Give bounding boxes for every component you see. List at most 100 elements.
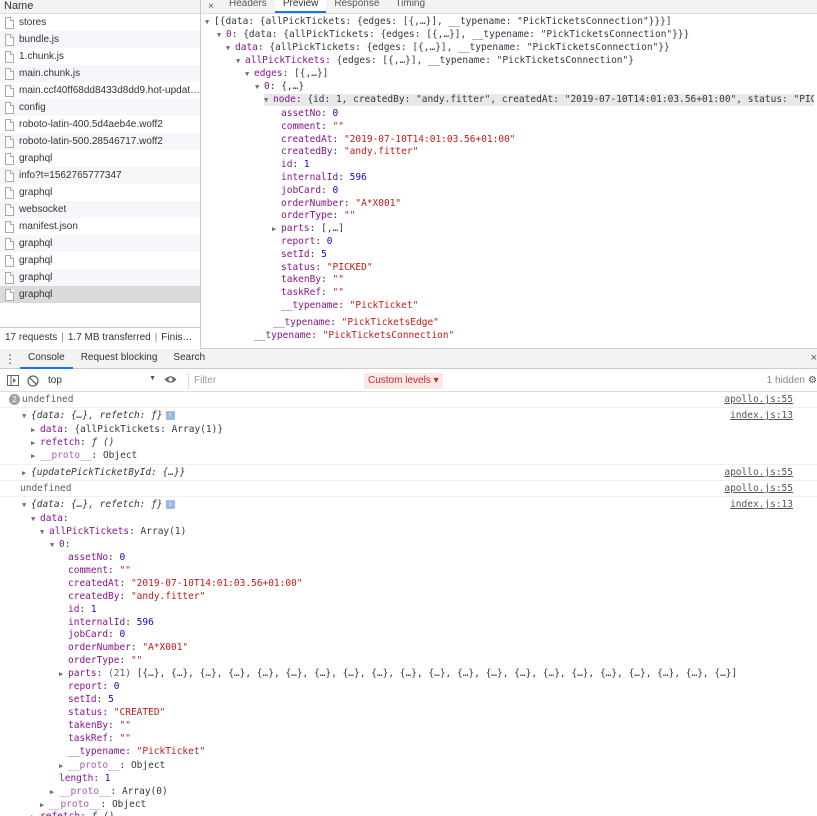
console-toolbar: top▼ Custom levels ▾ 1 hidden ⚙: [0, 370, 817, 392]
request-name: main.chunk.js: [19, 68, 81, 79]
request-row[interactable]: graphql: [0, 269, 200, 286]
tree-field-comment: comment: "": [281, 120, 344, 132]
console-row-proto[interactable]: ▶ __proto__: Object: [0, 449, 817, 462]
request-row[interactable]: graphql: [0, 286, 200, 303]
request-row[interactable]: manifest.json: [0, 218, 200, 235]
console-row-data[interactable]: ▼ data:: [0, 512, 817, 525]
source-link[interactable]: apollo.js:55: [724, 466, 793, 479]
expanded-triangle-icon: ▼: [264, 96, 269, 104]
tab-response[interactable]: Response: [326, 0, 387, 13]
request-name: roboto-latin-500.28546717.woff2: [19, 136, 163, 147]
name-column-header[interactable]: Name: [0, 0, 200, 14]
tree-row-edge-0[interactable]: ▼ 0: {,…}: [255, 81, 304, 93]
console-field-parts[interactable]: ▶ parts: (21) [{…}, {…}, {…}, {…}, {…}, {…: [0, 667, 817, 680]
tree-field-report: report: 0: [281, 236, 333, 247]
console-object-summary[interactable]: ▼ {data: {…}, refetch: ƒ} i index.js:13: [0, 498, 817, 511]
console-field-report: report: 0: [68, 681, 120, 692]
request-row[interactable]: info?t=1562765777347: [0, 167, 200, 184]
console-row-proto-array[interactable]: ▶ __proto__: Array(0): [0, 785, 817, 798]
request-row[interactable]: graphql: [0, 184, 200, 201]
request-row[interactable]: 1.chunk.js: [0, 48, 200, 65]
request-row[interactable]: roboto-latin-500.28546717.woff2: [0, 133, 200, 150]
request-name: manifest.json: [19, 221, 78, 232]
file-icon: [5, 135, 14, 148]
tree-row-allpicktickets[interactable]: ▼ allPickTickets: {edges: [{,…}], __typen…: [236, 55, 634, 67]
request-row[interactable]: bundle.js: [0, 31, 200, 48]
tree-field-parts[interactable]: ▶ parts: [,…]: [272, 223, 344, 235]
tree-row-edges[interactable]: ▼ edges: [{,…}]: [245, 68, 328, 80]
source-link[interactable]: index.js:13: [730, 498, 793, 511]
request-name: bundle.js: [19, 34, 60, 45]
request-count: 17 requests: [5, 332, 58, 343]
eye-icon[interactable]: [164, 375, 184, 387]
tree-row-node[interactable]: ▼ node: {id: 1, createdBy: "andy.fitter",…: [264, 94, 814, 106]
more-options-icon[interactable]: ⋮: [0, 353, 20, 365]
request-row[interactable]: graphql: [0, 252, 200, 269]
console-object-summary[interactable]: ▼ {data: {…}, refetch: ƒ} i index.js:13: [0, 409, 817, 422]
request-row[interactable]: stores: [0, 14, 200, 31]
tree-field-id: id: 1: [281, 159, 310, 171]
console-field-taskref: taskRef: "": [68, 732, 131, 744]
tab-preview[interactable]: Preview: [274, 0, 327, 13]
source-link[interactable]: apollo.js:55: [724, 393, 793, 406]
request-row[interactable]: graphql: [0, 150, 200, 167]
tree-row-root[interactable]: ▼ [{data: {allPickTickets: {edges: [{,…}]…: [205, 16, 672, 28]
gear-icon[interactable]: ⚙: [808, 375, 817, 386]
request-name: config: [19, 102, 46, 113]
tree-field-ordertype: orderType: "": [281, 210, 356, 222]
request-name: graphql: [19, 153, 53, 164]
tree-field-assetno: assetNo: 0: [281, 108, 339, 119]
tab-headers[interactable]: Headers: [221, 0, 275, 13]
tree-field-taskref: taskRef: "": [281, 287, 344, 299]
request-row[interactable]: main.ccf40ff68dd8433d8dd9.hot-updat…: [0, 82, 200, 99]
file-icon: [5, 33, 14, 46]
console-row-allpicktickets[interactable]: ▼ allPickTickets: Array(1): [0, 525, 817, 538]
log-levels-dropdown[interactable]: Custom levels ▾: [364, 372, 443, 389]
request-name: graphql: [19, 272, 53, 283]
console-update-summary[interactable]: ▶ {updatePickTicketById: {…}} apollo.js:55: [0, 466, 817, 479]
file-icon: [5, 271, 14, 284]
tree-row-edge-typename: __typename: "PickTicketsEdge": [273, 317, 439, 328]
clear-console-icon[interactable]: [26, 374, 40, 387]
file-icon: [5, 220, 14, 233]
file-icon: [5, 186, 14, 199]
console-row-refetch[interactable]: ▶refetch: ƒ (): [0, 810, 817, 816]
console-row-refetch[interactable]: ▶refetch: ƒ (): [0, 436, 817, 449]
file-icon: [5, 67, 14, 80]
source-link[interactable]: apollo.js:55: [724, 482, 793, 495]
tab-search[interactable]: Search: [165, 349, 213, 369]
console-row-proto[interactable]: ▶ __proto__: Object: [0, 759, 817, 772]
tree-row-item-0[interactable]: ▼ 0: {data: {allPickTickets: {edges: [{,……: [217, 29, 689, 41]
close-icon[interactable]: ×: [811, 352, 817, 364]
tree-row-conn-typename: __typename: "PickTicketsConnection": [254, 330, 455, 341]
console-message-undefined: 2 undefined apollo.js:55: [0, 393, 817, 406]
context-selector[interactable]: top ▼: [48, 375, 156, 386]
request-row[interactable]: graphql: [0, 235, 200, 252]
finish-time: Finis…: [161, 332, 193, 343]
sidebar-toggle-icon[interactable]: [6, 375, 20, 387]
tree-field-internalid: internalId: 596: [281, 172, 367, 183]
request-row[interactable]: config: [0, 99, 200, 116]
tree-field-status: status: "PICKED": [281, 261, 373, 273]
network-status-bar: 17 requests | 1.7 MB transferred | Finis…: [0, 327, 200, 349]
expanded-triangle-icon: ▼: [205, 18, 210, 26]
tab-timing[interactable]: Timing: [387, 0, 433, 13]
console-field-createdby: createdBy: "andy.fitter": [68, 590, 206, 602]
request-row[interactable]: roboto-latin-400.5d4aeb4e.woff2: [0, 116, 200, 133]
file-icon: [5, 254, 14, 267]
console-field-jobcard: jobCard: 0: [68, 629, 126, 641]
tree-row-data[interactable]: ▼ data: {allPickTickets: {edges: [{,…}], …: [226, 42, 670, 54]
request-name: graphql: [19, 255, 53, 266]
request-row[interactable]: main.chunk.js: [0, 65, 200, 82]
tab-console[interactable]: Console: [20, 349, 73, 369]
tree-field-ordernumber: orderNumber: "A*X001": [281, 197, 402, 209]
source-link[interactable]: index.js:13: [730, 409, 793, 422]
console-row-data[interactable]: ▶ data: {allPickTickets: Array(1)}: [0, 423, 817, 436]
drawer-tab-bar: ⋮ Console Request blocking Search ×: [0, 349, 817, 369]
close-icon[interactable]: ×: [201, 1, 221, 13]
tab-request-blocking[interactable]: Request blocking: [73, 349, 166, 369]
console-row-index-0[interactable]: ▼ 0:: [0, 538, 817, 551]
request-row[interactable]: websocket: [0, 201, 200, 218]
filter-input[interactable]: [188, 372, 360, 389]
info-icon: i: [165, 500, 175, 509]
